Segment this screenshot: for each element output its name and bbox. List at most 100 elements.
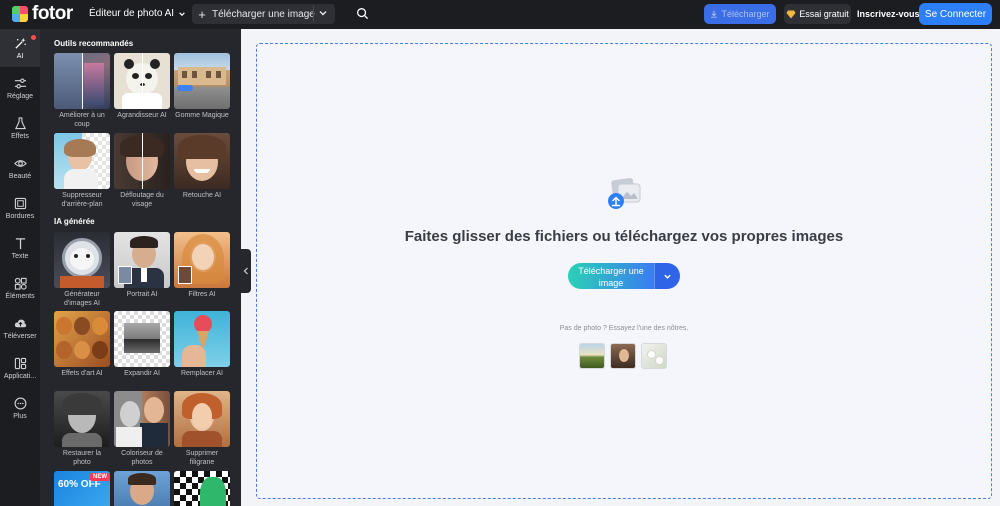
tool-label: Agrandisseur AI (117, 112, 167, 119)
rail-label: Téléverser (3, 333, 37, 340)
tool-label: Filtres AI (188, 291, 216, 298)
tool-thumbnail (114, 311, 170, 367)
plus-icon: + (198, 6, 206, 22)
drop-zone-headline: Faites glisser des fichiers ou télécharg… (404, 228, 844, 245)
tool-label: Gomme Magique (175, 112, 229, 119)
rail-item-plus[interactable]: Plus (0, 389, 40, 427)
tool-thumbnail (54, 232, 110, 288)
tool-defloutage[interactable]: Défloutage du visage (114, 133, 170, 209)
rail-item-applications[interactable]: Applicati... (0, 349, 40, 387)
tool-thumbnail (174, 133, 230, 189)
tool-remplacer[interactable]: Remplacer AI (174, 311, 230, 378)
fotor-logo[interactable]: fotor (12, 3, 73, 24)
shapes-icon (14, 277, 27, 290)
download-button[interactable]: Télécharger (704, 4, 776, 24)
rail-label: AI (16, 53, 24, 60)
tool-label: Générateur d'images AI (64, 291, 100, 307)
rail-label: Éléments (5, 293, 35, 300)
tool-ameliorer[interactable]: Améliorer à un coup (54, 53, 110, 129)
tool-thumbnail (174, 311, 230, 367)
tool-label: Retouche AI (182, 192, 222, 199)
tool-effets-art[interactable]: Effets d'art AI (54, 311, 110, 378)
search-icon[interactable] (356, 7, 369, 20)
signup-link[interactable]: Inscrivez-vous (857, 9, 920, 19)
tool-thumbnail (114, 471, 170, 506)
apps-icon (14, 357, 26, 370)
new-badge: NEW (90, 473, 110, 481)
cloud-upload-icon (14, 319, 26, 328)
tool-thumbnail (174, 391, 230, 447)
sample-images-prompt: Pas de photo ? Essayez l'une des nôtres. (559, 325, 689, 332)
tool-racing[interactable] (174, 471, 230, 506)
rail-label: Effets (11, 133, 29, 140)
sample-image-landscape[interactable] (579, 343, 605, 369)
notification-dot (31, 35, 36, 40)
rail-item-televerser[interactable]: Téléverser (0, 309, 40, 347)
free-trial-button[interactable]: Essai gratuit (784, 4, 851, 24)
left-rail: AI Réglage Effets Beauté Bordures Texte … (0, 29, 40, 506)
rail-item-reglage[interactable]: Réglage (0, 69, 40, 107)
editor-menu[interactable]: Éditeur de photo AI (89, 8, 186, 19)
tool-portrait-more[interactable] (114, 471, 170, 506)
editor-menu-label: Éditeur de photo AI (89, 8, 175, 19)
rail-item-texte[interactable]: Texte (0, 229, 40, 267)
chevron-down-icon[interactable] (318, 8, 328, 18)
upload-image-main-button[interactable]: Télécharger une image (568, 263, 680, 289)
upload-options-dropdown[interactable] (654, 263, 680, 289)
magic-wand-icon (14, 37, 26, 49)
upload-image-button[interactable]: + Télécharger une image (192, 4, 335, 24)
login-button[interactable]: Se Connecter (919, 3, 992, 25)
image-upload-icon (608, 178, 641, 209)
tool-label: Améliorer à un coup (59, 112, 105, 128)
tool-coloriseur[interactable]: Coloriseur de photos (114, 391, 170, 467)
rail-item-effets[interactable]: Effets (0, 109, 40, 147)
tool-thumbnail (174, 471, 230, 506)
sample-image-flowers[interactable] (641, 343, 667, 369)
tool-restaurer[interactable]: Restaurer la photo (54, 391, 110, 467)
rail-item-elements[interactable]: Éléments (0, 269, 40, 307)
rail-label: Réglage (6, 93, 34, 100)
tool-thumbnail (174, 232, 230, 288)
tool-suppresseur[interactable]: Suppresseur d'arrière-plan (54, 133, 110, 209)
frame-icon (14, 197, 26, 210)
more-icon (14, 397, 26, 410)
tool-thumbnail (114, 391, 170, 447)
tool-thumbnail (54, 311, 110, 367)
tool-filigrane[interactable]: Supprimer filigrane (174, 391, 230, 467)
tool-generateur[interactable]: Générateur d'images AI (54, 232, 110, 308)
collapse-panel-button[interactable] (241, 249, 251, 293)
divider (313, 6, 314, 22)
tool-thumbnail (174, 53, 230, 109)
tool-panel: Outils recommandés Améliorer à un coup A… (40, 29, 241, 506)
tool-thumbnail (114, 232, 170, 288)
logo-text: fotor (32, 3, 73, 24)
chevron-left-icon (243, 267, 248, 275)
tool-gomme[interactable]: Gomme Magique (174, 53, 230, 120)
rail-label: Texte (11, 253, 29, 260)
tool-thumbnail (54, 391, 110, 447)
tool-label: Défloutage du visage (120, 192, 164, 208)
tool-thumbnail (54, 53, 110, 109)
tool-label: Restaurer la photo (62, 450, 102, 466)
tool-thumbnail (114, 53, 170, 109)
rail-item-ai[interactable]: AI (0, 29, 40, 67)
drop-zone[interactable]: Faites glisser des fichiers ou télécharg… (256, 43, 992, 499)
sliders-icon (14, 78, 26, 89)
sample-image-portrait[interactable] (610, 343, 636, 369)
rail-item-beaute[interactable]: Beauté (0, 149, 40, 187)
text-icon (15, 238, 25, 250)
chevron-down-icon (179, 11, 185, 16)
tool-filtres[interactable]: Filtres AI (174, 232, 230, 299)
upload-image-main-label[interactable]: Télécharger une image (568, 263, 654, 289)
chevron-down-icon (664, 274, 671, 279)
rail-item-bordures[interactable]: Bordures (0, 189, 40, 227)
tool-label: Supprimer filigrane (185, 450, 219, 466)
tool-agrandisseur[interactable]: Agrandisseur AI (114, 53, 170, 120)
tool-expandir[interactable]: Expandir AI (114, 311, 170, 378)
tool-promo[interactable]: 60% OFF NEW (54, 471, 110, 506)
rail-label: Applicati... (3, 373, 37, 380)
tool-label: Expandir AI (124, 370, 160, 377)
flask-icon (14, 117, 26, 130)
tool-portrait[interactable]: Portrait AI (114, 232, 170, 299)
tool-retouche[interactable]: Retouche AI (174, 133, 230, 200)
